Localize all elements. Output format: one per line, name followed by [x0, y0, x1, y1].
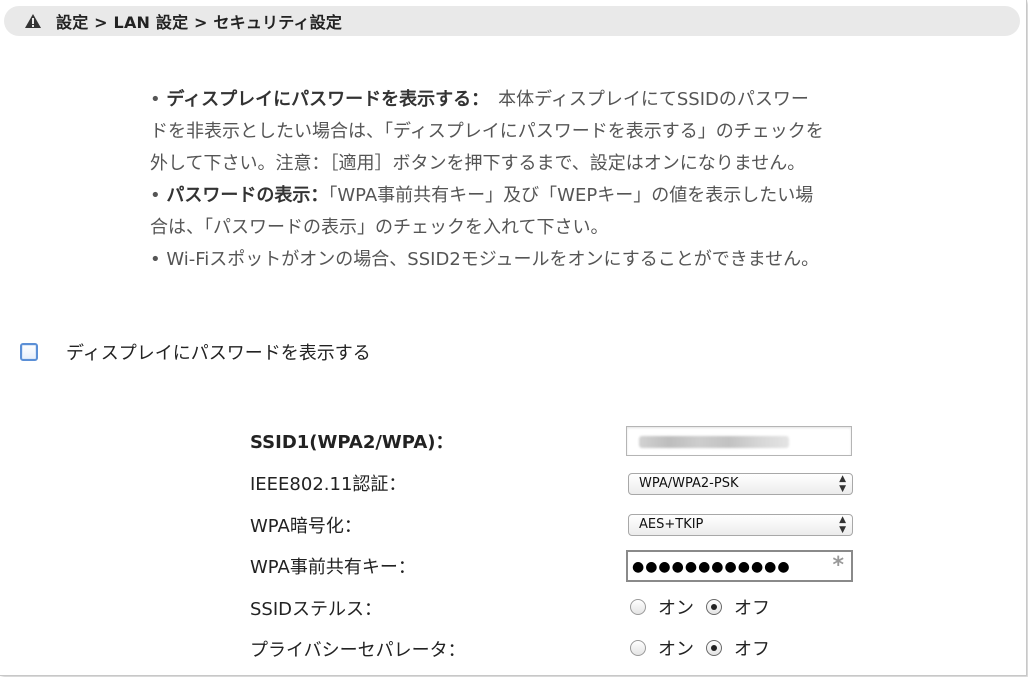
privacy-separator-on-radio[interactable]	[630, 640, 646, 656]
privacy-separator-off-radio[interactable]	[706, 640, 722, 656]
ssid-stealth-radio-group: オン オフ	[630, 595, 782, 619]
warning-triangle-icon	[25, 14, 41, 28]
ssid-stealth-on-radio[interactable]	[630, 599, 646, 615]
bullet: •	[150, 249, 161, 270]
note-heading: ディスプレイにパスワードを表示する：	[166, 89, 481, 110]
encryption-select[interactable]: AES+TKIP ▲ ▼	[628, 514, 853, 536]
bullet: •	[150, 89, 161, 110]
encryption-select-value: AES+TKIP	[639, 517, 704, 532]
auth-select[interactable]: WPA/WPA2-PSK ▲ ▼	[628, 473, 853, 495]
display-password-checkbox[interactable]	[20, 343, 38, 361]
encryption-label: WPA暗号化：	[250, 516, 362, 537]
note-text: 「WPA事前共有キー」及び「WEPキー」の値を表示したい場	[328, 185, 814, 206]
reveal-password-icon[interactable]: *	[832, 552, 845, 580]
breadcrumb: 設定 > LAN 設定 > セキュリティ設定	[4, 6, 1020, 36]
note-line: 外して下さい。注意：［適用］ボタンを押下するまで、設定はオンになりません。	[150, 148, 950, 180]
notes-section: • ディスプレイにパスワードを表示する： 本体ディスプレイにてSSIDのパスワー…	[150, 84, 950, 276]
ssid-stealth-on-label[interactable]: オン	[658, 594, 694, 620]
auth-label: IEEE802.11認証：	[250, 474, 407, 495]
privacy-separator-on-label[interactable]: オン	[658, 635, 694, 661]
note-text: 本体ディスプレイにてSSIDのパスワー	[480, 89, 809, 110]
ssid-value-blurred	[639, 436, 789, 448]
privacy-separator-off-label[interactable]: オフ	[734, 635, 770, 661]
ssid-input[interactable]	[626, 426, 852, 456]
auth-select-value: WPA/WPA2-PSK	[639, 476, 739, 491]
privacy-separator-radio-group: オン オフ	[630, 636, 782, 660]
note-line: • ディスプレイにパスワードを表示する： 本体ディスプレイにてSSIDのパスワー	[150, 84, 950, 116]
note-text: 外して下さい。注意：［適用］ボタンを押下するまで、設定はオンになりません。	[150, 153, 806, 174]
display-password-row: ディスプレイにパスワードを表示する	[20, 337, 371, 367]
privacy-separator-label: プライバシーセパレータ：	[250, 640, 466, 661]
breadcrumb-text: 設定 > LAN 設定 > セキュリティ設定	[56, 13, 343, 32]
note-heading: パスワードの表示：	[166, 185, 329, 206]
note-text: ドを非表示としたい場合は、「ディスプレイにパスワードを表示する」のチェックを	[150, 121, 824, 142]
display-password-label: ディスプレイにパスワードを表示する	[66, 343, 371, 364]
ssid-stealth-label: SSIDステルス：	[250, 599, 383, 620]
updown-arrow-icon: ▲ ▼	[839, 474, 846, 494]
bullet: •	[150, 185, 161, 206]
note-text: Wi-Fiスポットがオンの場合、SSID2モジュールをオンにすることができません…	[166, 249, 820, 270]
psk-label: WPA事前共有キー：	[250, 557, 416, 578]
note-text: 合は、「パスワードの表示」のチェックを入れて下さい。	[150, 217, 609, 238]
note-line: 合は、「パスワードの表示」のチェックを入れて下さい。	[150, 212, 950, 244]
note-line: • Wi-Fiスポットがオンの場合、SSID2モジュールをオンにすることができま…	[150, 244, 950, 276]
psk-input[interactable]: ●●●●●●●●●●●● *	[626, 550, 853, 582]
ssid-stealth-off-radio[interactable]	[706, 599, 722, 615]
ssid-label: SSID1(WPA2/WPA)：	[250, 432, 454, 453]
note-line: ドを非表示としたい場合は、「ディスプレイにパスワードを表示する」のチェックを	[150, 116, 950, 148]
note-line: • パスワードの表示：「WPA事前共有キー」及び「WEPキー」の値を表示したい場	[150, 180, 950, 212]
updown-arrow-icon: ▲ ▼	[839, 515, 846, 535]
psk-masked-value: ●●●●●●●●●●●●	[632, 559, 791, 575]
ssid-stealth-off-label[interactable]: オフ	[734, 594, 770, 620]
